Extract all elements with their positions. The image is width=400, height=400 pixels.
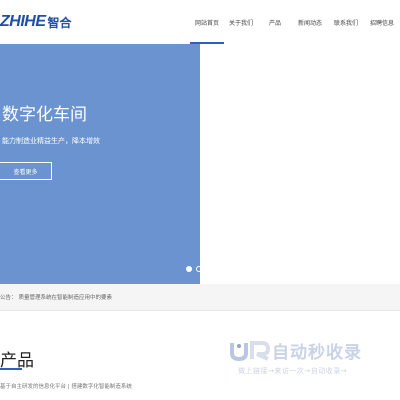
logo-text: ZHIHE [0,13,46,30]
slider-dot-1[interactable] [186,266,192,272]
watermark: 自动秒收录 做上链接→来访一次→自动收录→ [228,338,388,378]
watermark-subtext: 做上链接→来访一次→自动收录→ [238,367,348,375]
site-header: ZHIHE 智合 网站首页 关于我们 产品 新闻动态 联系我们 招聘信息 [0,0,400,44]
nav-item-contact[interactable]: 联系我们 [328,0,364,44]
banner-subtitle: 能力制造业精益生产，降本增效 [2,137,100,145]
watermark-logo-icon [228,340,272,362]
notice-label: 公告： [0,295,17,301]
nav-item-home[interactable]: 网站首页 [190,0,224,44]
notice-bar: 公告： 质量管理系统在智能制造应用中的要素 [0,284,400,311]
slider-dot-2[interactable] [196,266,202,272]
nav-item-news[interactable]: 新闻动态 [292,0,328,44]
slider-dots [186,266,202,272]
nav-item-about[interactable]: 关于我们 [224,0,258,44]
notice-link[interactable]: 质量管理系统在智能制造应用中的要素 [19,293,113,301]
view-more-button[interactable]: 查看更多 [0,162,52,180]
watermark-text: 自动秒收录 [272,343,362,363]
hero-banner: 数字化车间 能力制造业精益生产，降本增效 查看更多 [0,44,200,284]
banner-title: 数字化车间 [2,105,87,125]
products-section-subtitle: 基于自主研发的信息化平台 | 搭建数字化智能制造系统 [0,384,132,390]
section-title-underline [0,368,22,370]
logo-cn-text: 智合 [47,15,72,30]
main-nav: 网站首页 关于我们 产品 新闻动态 联系我们 招聘信息 [190,0,400,44]
site-logo[interactable]: ZHIHE 智合 [0,13,72,31]
nav-item-jobs[interactable]: 招聘信息 [364,0,400,44]
nav-item-products[interactable]: 产品 [258,0,292,44]
